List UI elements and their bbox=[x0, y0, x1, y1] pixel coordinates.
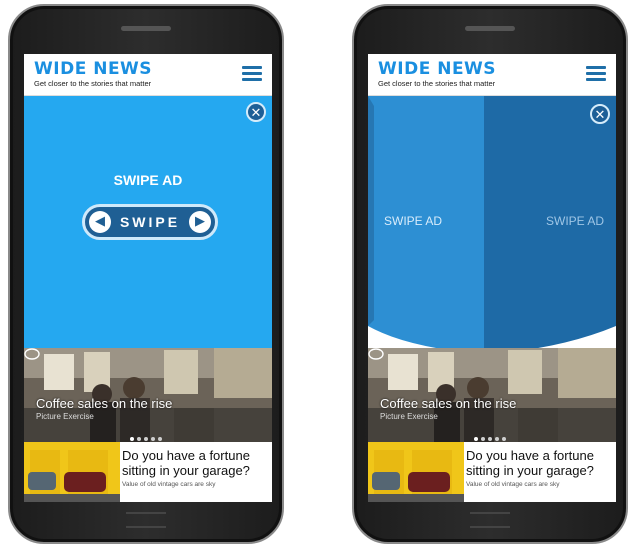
speaker bbox=[121, 26, 171, 31]
logo[interactable]: WIDE NEWS bbox=[378, 59, 496, 79]
swipe-button[interactable]: ◀ SWIPE ▶ bbox=[82, 204, 218, 240]
carousel-dots[interactable] bbox=[130, 428, 165, 442]
article-item[interactable]: Do you have a fortune sitting in your ga… bbox=[368, 442, 616, 502]
home-button[interactable] bbox=[126, 512, 166, 528]
photo-card-title[interactable]: Coffee sales on the rise bbox=[36, 396, 172, 411]
swipe-ad-3d-panel[interactable]: SWIPE AD SWIPE AD ✕ bbox=[368, 96, 616, 356]
article-item[interactable]: Do you have a fortune sitting in your ga… bbox=[24, 442, 272, 502]
tagline: Get closer to the stories that matter bbox=[378, 79, 496, 88]
screen-right: WIDE NEWS Get closer to the stories that… bbox=[368, 54, 616, 502]
photo-card-subtitle: Picture Exercise bbox=[380, 412, 438, 421]
tagline: Get closer to the stories that matter bbox=[34, 79, 152, 88]
phone-right: WIDE NEWS Get closer to the stories that… bbox=[352, 4, 628, 544]
chevron-right-icon[interactable]: ▶ bbox=[189, 211, 211, 233]
app-header: WIDE NEWS Get closer to the stories that… bbox=[368, 54, 616, 96]
swipe-ad-face-right-label: SWIPE AD bbox=[546, 214, 605, 228]
article-headline[interactable]: Do you have a fortune sitting in your ga… bbox=[122, 448, 268, 478]
app-header: WIDE NEWS Get closer to the stories that… bbox=[24, 54, 272, 96]
chat-icon[interactable] bbox=[368, 348, 384, 360]
home-button[interactable] bbox=[470, 512, 510, 528]
speaker bbox=[465, 26, 515, 31]
carousel-dots[interactable] bbox=[474, 428, 509, 442]
photo-card[interactable]: Coffee sales on the rise Picture Exercis… bbox=[368, 348, 616, 442]
screen-left: WIDE NEWS Get closer to the stories that… bbox=[24, 54, 272, 502]
chat-icon[interactable] bbox=[24, 348, 40, 360]
photo-card-subtitle: Picture Exercise bbox=[36, 412, 94, 421]
menu-icon[interactable] bbox=[586, 66, 606, 82]
article-headline[interactable]: Do you have a fortune sitting in your ga… bbox=[466, 448, 612, 478]
menu-icon[interactable] bbox=[242, 66, 262, 82]
article-snippet: Value of old vintage cars are sky bbox=[122, 481, 216, 488]
phone-left: WIDE NEWS Get closer to the stories that… bbox=[8, 4, 284, 544]
close-icon[interactable]: ✕ bbox=[246, 102, 266, 122]
article-snippet: Value of old vintage cars are sky bbox=[466, 481, 560, 488]
article-thumbnail bbox=[368, 442, 464, 502]
swipe-ad-panel[interactable]: ✕ SWIPE AD ◀ SWIPE ▶ bbox=[24, 96, 272, 348]
article-thumbnail bbox=[24, 442, 120, 502]
swipe-ad-face-left-label: SWIPE AD bbox=[384, 214, 443, 228]
close-icon[interactable]: ✕ bbox=[590, 104, 610, 124]
swipe-ad-title: SWIPE AD bbox=[113, 172, 183, 188]
photo-card[interactable]: Coffee sales on the rise Picture Exercis… bbox=[24, 348, 272, 442]
photo-card-title[interactable]: Coffee sales on the rise bbox=[380, 396, 516, 411]
logo[interactable]: WIDE NEWS bbox=[34, 59, 152, 79]
